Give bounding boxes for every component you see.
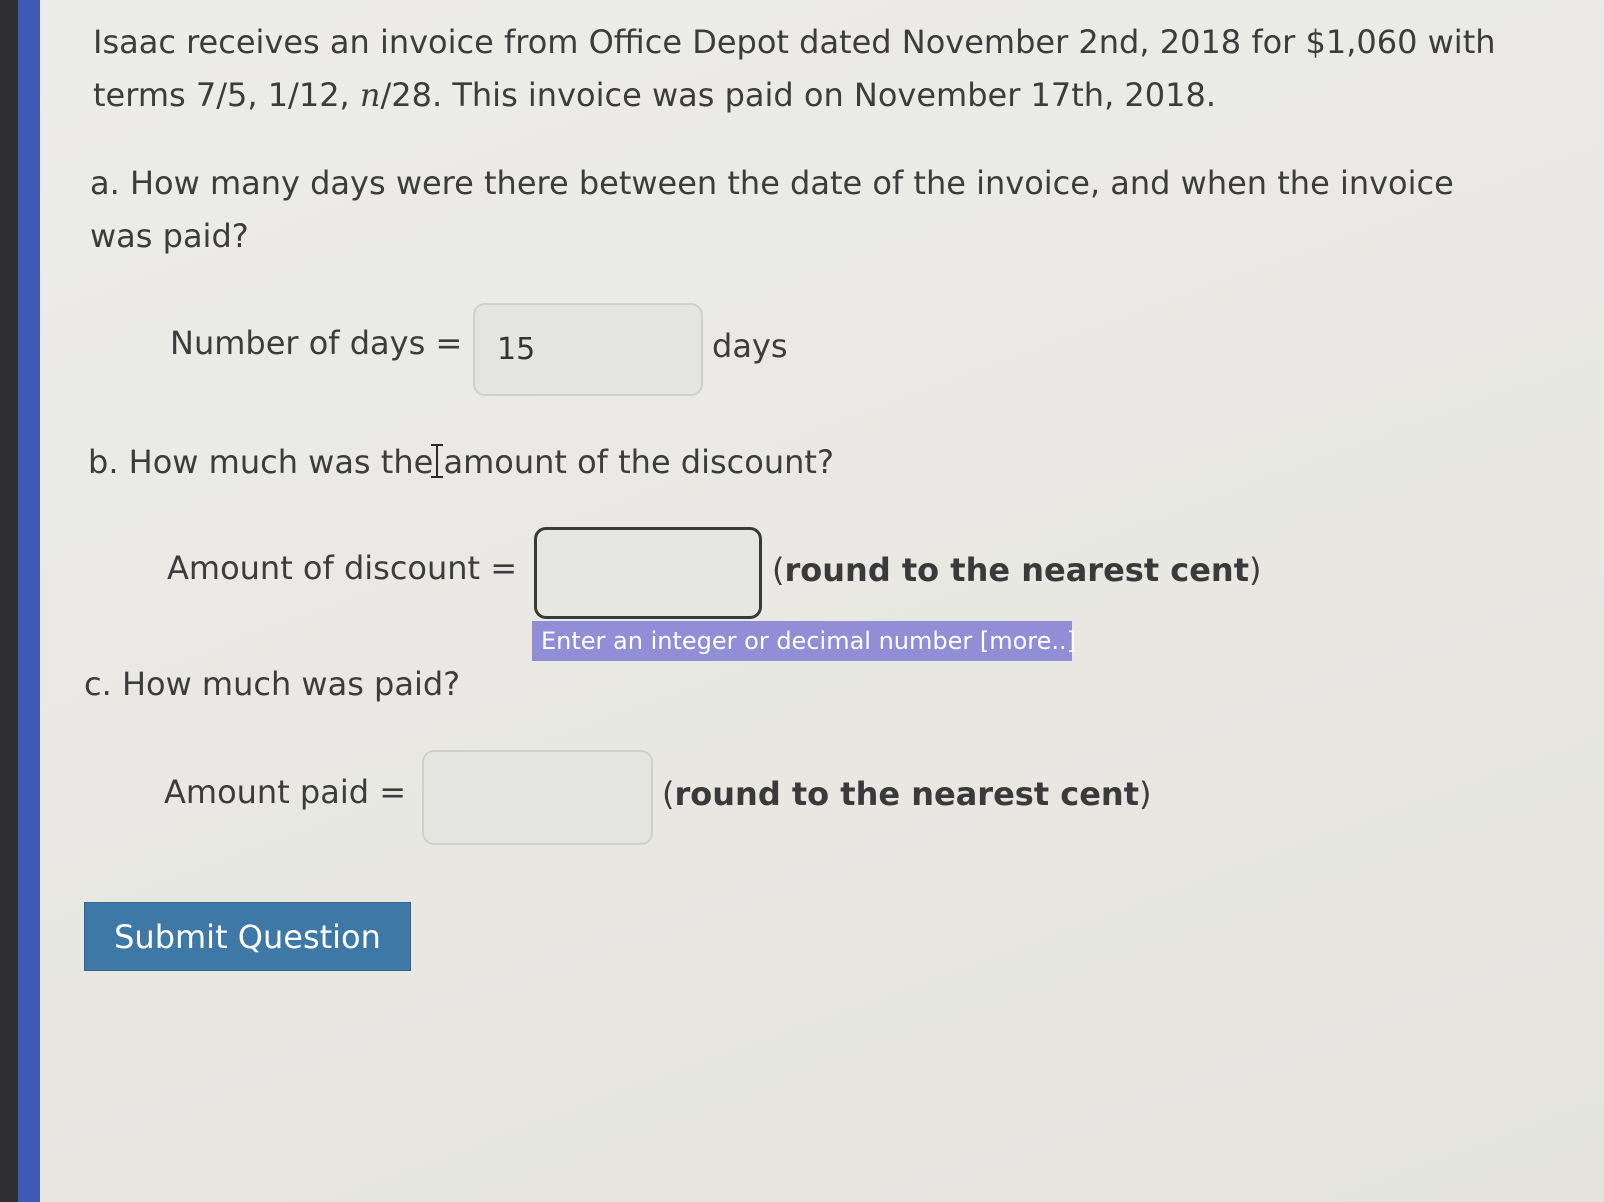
problem-line-1: Isaac receives an invoice from Office De… <box>93 23 1496 61</box>
amount-paid-input[interactable] <box>422 750 653 845</box>
amount-of-discount-label: Amount of discount = <box>167 549 518 587</box>
question-a-line-1: a. How many days were there between the … <box>90 164 1454 202</box>
problem-statement: Isaac receives an invoice from Office De… <box>93 16 1573 122</box>
paid-rounding-note: (round to the nearest cent) <box>662 775 1151 813</box>
note-open-paren: ( <box>772 551 785 589</box>
text-cursor-icon <box>431 444 443 478</box>
question-b-text: b. How much was the amount of the discou… <box>88 443 834 481</box>
question-c: c. How much was paid? <box>84 658 1084 711</box>
input-format-tooltip[interactable]: Enter an integer or decimal number [more… <box>532 621 1076 661</box>
question-c-text: c. How much was paid? <box>84 665 461 703</box>
number-of-days-input[interactable] <box>473 303 703 396</box>
note-text: round to the nearest cent <box>784 551 1249 589</box>
amount-of-discount-input[interactable] <box>534 527 762 619</box>
note-close-paren: ) <box>1249 551 1262 589</box>
days-unit-label: days <box>712 327 788 365</box>
note-close-paren: ) <box>1139 775 1152 813</box>
problem-line-2-start: terms 7/5, 1/12, <box>93 76 360 114</box>
problem-line-2-end: /28. This invoice was paid on November 1… <box>380 76 1217 114</box>
screen-bezel <box>0 0 18 1202</box>
number-of-days-label: Number of days = <box>170 324 463 362</box>
discount-rounding-note: (round to the nearest cent) <box>772 551 1261 589</box>
question-b: b. How much was the amount of the discou… <box>88 436 1288 489</box>
variable-n: n <box>359 76 381 114</box>
submit-question-button[interactable]: Submit Question <box>84 902 411 971</box>
amount-paid-label: Amount paid = <box>164 773 407 811</box>
left-accent-strip: C g C g <box>18 0 55 1202</box>
note-open-paren: ( <box>662 775 675 813</box>
question-a: a. How many days were there between the … <box>90 157 1570 263</box>
note-text: round to the nearest cent <box>674 775 1139 813</box>
question-page: Isaac receives an invoice from Office De… <box>40 0 1604 1202</box>
question-a-line-2: was paid? <box>90 217 249 255</box>
